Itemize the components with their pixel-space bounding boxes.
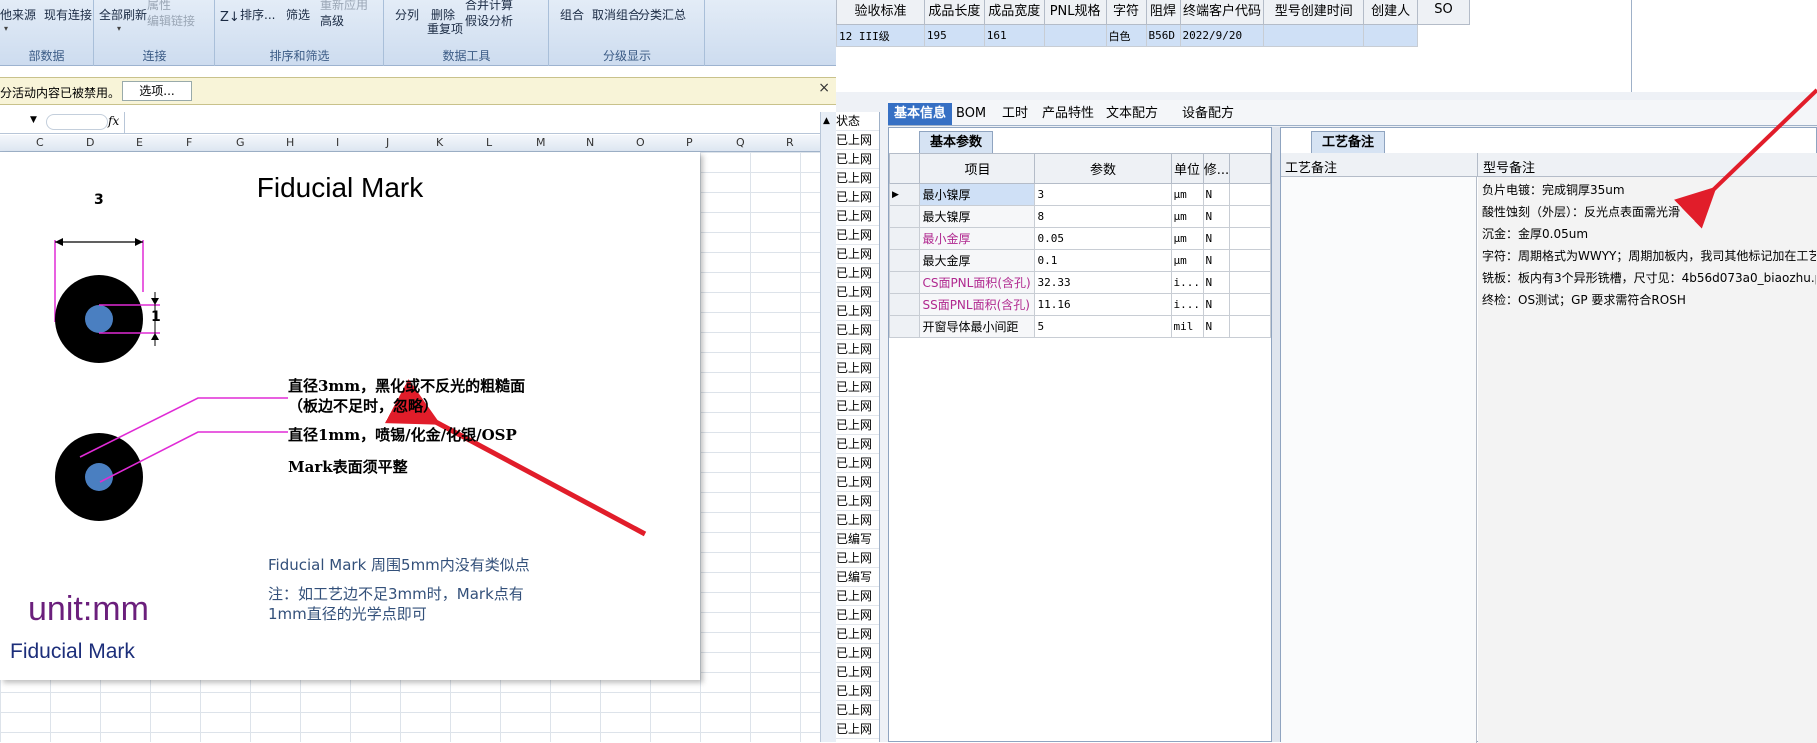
note-process-edge-line1: 注：如工艺边不足3mm时，Mark点有 (268, 585, 524, 603)
text-to-columns-button[interactable]: 分列 (395, 6, 419, 23)
ribbon-group-label: 连接 (142, 49, 167, 63)
ribbon-group-label: 排序和筛选 (269, 49, 330, 63)
sort-az-icon[interactable]: Z↓ (220, 10, 240, 25)
formula-bar: ▼ fx ⌄ (0, 112, 836, 134)
vertical-scrollbar[interactable]: ▲ (820, 112, 836, 742)
note-3mm-line2: （板边不足时，忽略） (288, 397, 439, 415)
column-header[interactable]: N (586, 136, 594, 149)
column-header[interactable]: M (536, 136, 546, 149)
advanced-button[interactable]: 高级 (320, 12, 344, 29)
filter-button[interactable]: 筛选 (286, 6, 310, 23)
existing-connections-button[interactable]: 现有连接 (44, 6, 92, 23)
brand-label: Fiducial Mark (10, 640, 135, 663)
column-header[interactable]: G (236, 136, 245, 149)
note-1mm: 直径1mm，喷锡/化金/化银/OSP (288, 426, 517, 444)
column-header[interactable]: E (136, 136, 143, 149)
close-icon[interactable]: × (818, 80, 830, 96)
ribbon-group-external-data: 他来源 现有连接 ▾ 部数据 (0, 0, 94, 66)
column-header[interactable]: I (336, 136, 339, 149)
ribbon-group-outline: 组合 取消组合 分类汇总 分级显示 (550, 0, 705, 66)
ribbon-group-connections: 全部刷新 ▾ 属性 编辑链接 连接 (95, 0, 215, 66)
sort-button[interactable]: 排序... (240, 6, 275, 23)
column-header[interactable]: D (86, 136, 94, 149)
red-arrow-icon (1674, 88, 1817, 229)
large-fiducial-mark (54, 238, 160, 363)
ribbon-group-label: 部数据 (28, 49, 65, 63)
column-headers: C D E F G H I J K L M N O P Q R (0, 135, 820, 152)
refresh-all-button[interactable]: 全部刷新 (99, 6, 147, 23)
column-header[interactable]: O (636, 136, 645, 149)
dimension-1-label: 1 (151, 309, 161, 325)
column-header[interactable]: K (436, 136, 443, 149)
formula-input[interactable] (124, 112, 820, 133)
note-flatness: Mark表面须平整 (288, 458, 408, 476)
column-header[interactable]: H (286, 136, 294, 149)
ribbon-group-sort-filter: Z↓ 排序... 筛选 重新应用 高级 排序和筛选 (216, 0, 384, 66)
ribbon-group-label: 分级显示 (602, 49, 651, 63)
ribbon-data-tab: 他来源 现有连接 ▾ 部数据 全部刷新 ▾ 属性 编辑链接 连接 Z↓ 排序..… (0, 0, 836, 66)
column-header[interactable]: P (686, 136, 693, 149)
column-header[interactable]: L (486, 136, 492, 149)
ungroup-button[interactable]: 取消组合 (592, 6, 640, 23)
red-arrow-overlay (1674, 88, 1817, 229)
note-3mm-line1: 直径3mm，黑化或不反光的粗糙面 (288, 377, 526, 395)
ribbon-group-label: 数据工具 (442, 49, 491, 63)
column-header[interactable]: J (386, 136, 389, 149)
security-message-text: 分活动内容已被禁用。 (0, 86, 121, 100)
small-fiducial-mark (55, 433, 143, 521)
column-header[interactable]: R (786, 136, 794, 149)
column-header[interactable]: C (36, 136, 44, 149)
fx-icon[interactable]: fx (108, 114, 119, 128)
note-5mm-clearance: Fiducial Mark 周围5mm内没有类似点 (268, 556, 530, 574)
group-button[interactable]: 组合 (560, 6, 584, 23)
dimension-3-label: 3 (94, 192, 104, 208)
column-header[interactable]: F (186, 136, 192, 149)
other-sources-button[interactable]: 他来源 (0, 6, 36, 23)
ribbon-group-data-tools: 分列 删除 重复项 合并计算 假设分析 数据工具 (385, 0, 549, 66)
note-process-edge-line2: 1mm直径的光学点即可 (268, 605, 427, 623)
options-button[interactable]: 选项... (122, 81, 192, 101)
fiducial-mark-picture[interactable]: Fiducial Mark 3 1 直径3mm，黑化或不反光的粗糙面 （板边不足… (0, 152, 700, 680)
name-box-dropdown-icon[interactable]: ▼ (30, 115, 37, 125)
column-header[interactable]: Q (736, 136, 745, 149)
remove-duplicates-label-2: 重复项 (427, 22, 464, 36)
formula-zoom-slider[interactable] (46, 114, 108, 130)
what-if-analysis-button[interactable]: 假设分析 (465, 12, 513, 29)
erp-window: 验收标准 成品长度 成品宽度 PNL规格 字符 阻焊 终端客户代码 型号创建时间 创建人 SO 1… (836, 0, 1817, 743)
excel-window: 他来源 现有连接 ▾ 部数据 全部刷新 ▾ 属性 编辑链接 连接 Z↓ 排序..… (0, 0, 836, 742)
security-message-bar: 分活动内容已被禁用。 选项... × (0, 77, 836, 105)
subtotal-button[interactable]: 分类汇总 (638, 6, 686, 23)
unit-label: unit:mm (28, 590, 149, 628)
edit-links-button[interactable]: 编辑链接 (147, 12, 195, 29)
